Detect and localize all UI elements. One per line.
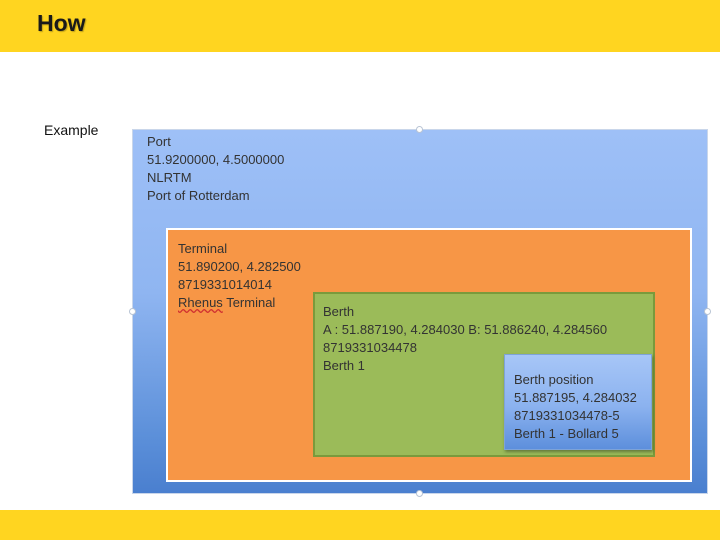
port-name: Port of Rotterdam (147, 188, 250, 203)
berth-coords: A : 51.887190, 4.284030 B: 51.886240, 4.… (323, 322, 608, 337)
terminal-type: Terminal (178, 241, 228, 256)
berth-position-type: Berth position (514, 372, 594, 387)
port-type: Port (147, 134, 171, 149)
resize-handle-top[interactable] (416, 126, 423, 133)
footer-bar (0, 510, 720, 540)
example-label: Example (44, 122, 99, 138)
berth-position-code: 8719331034478-5 (514, 408, 620, 423)
terminal-name-rest: Terminal (222, 295, 276, 310)
terminal-name-first: Rhenus (178, 295, 223, 310)
header-bar (0, 0, 720, 52)
resize-handle-right[interactable] (704, 308, 711, 315)
resize-handle-bottom[interactable] (416, 490, 423, 497)
berth-position-box[interactable]: Berth position 51.887195, 4.284032 87193… (504, 354, 652, 450)
terminal-coords: 51.890200, 4.282500 (178, 259, 301, 274)
berth-position-coords: 51.887195, 4.284032 (514, 390, 637, 405)
berth-type: Berth (323, 304, 355, 319)
port-coords: 51.9200000, 4.5000000 (147, 152, 285, 167)
berth-position-name: Berth 1 - Bollard 5 (514, 426, 619, 441)
resize-handle-left[interactable] (129, 308, 136, 315)
slide-title: How (37, 10, 86, 36)
port-code: NLRTM (147, 170, 192, 185)
